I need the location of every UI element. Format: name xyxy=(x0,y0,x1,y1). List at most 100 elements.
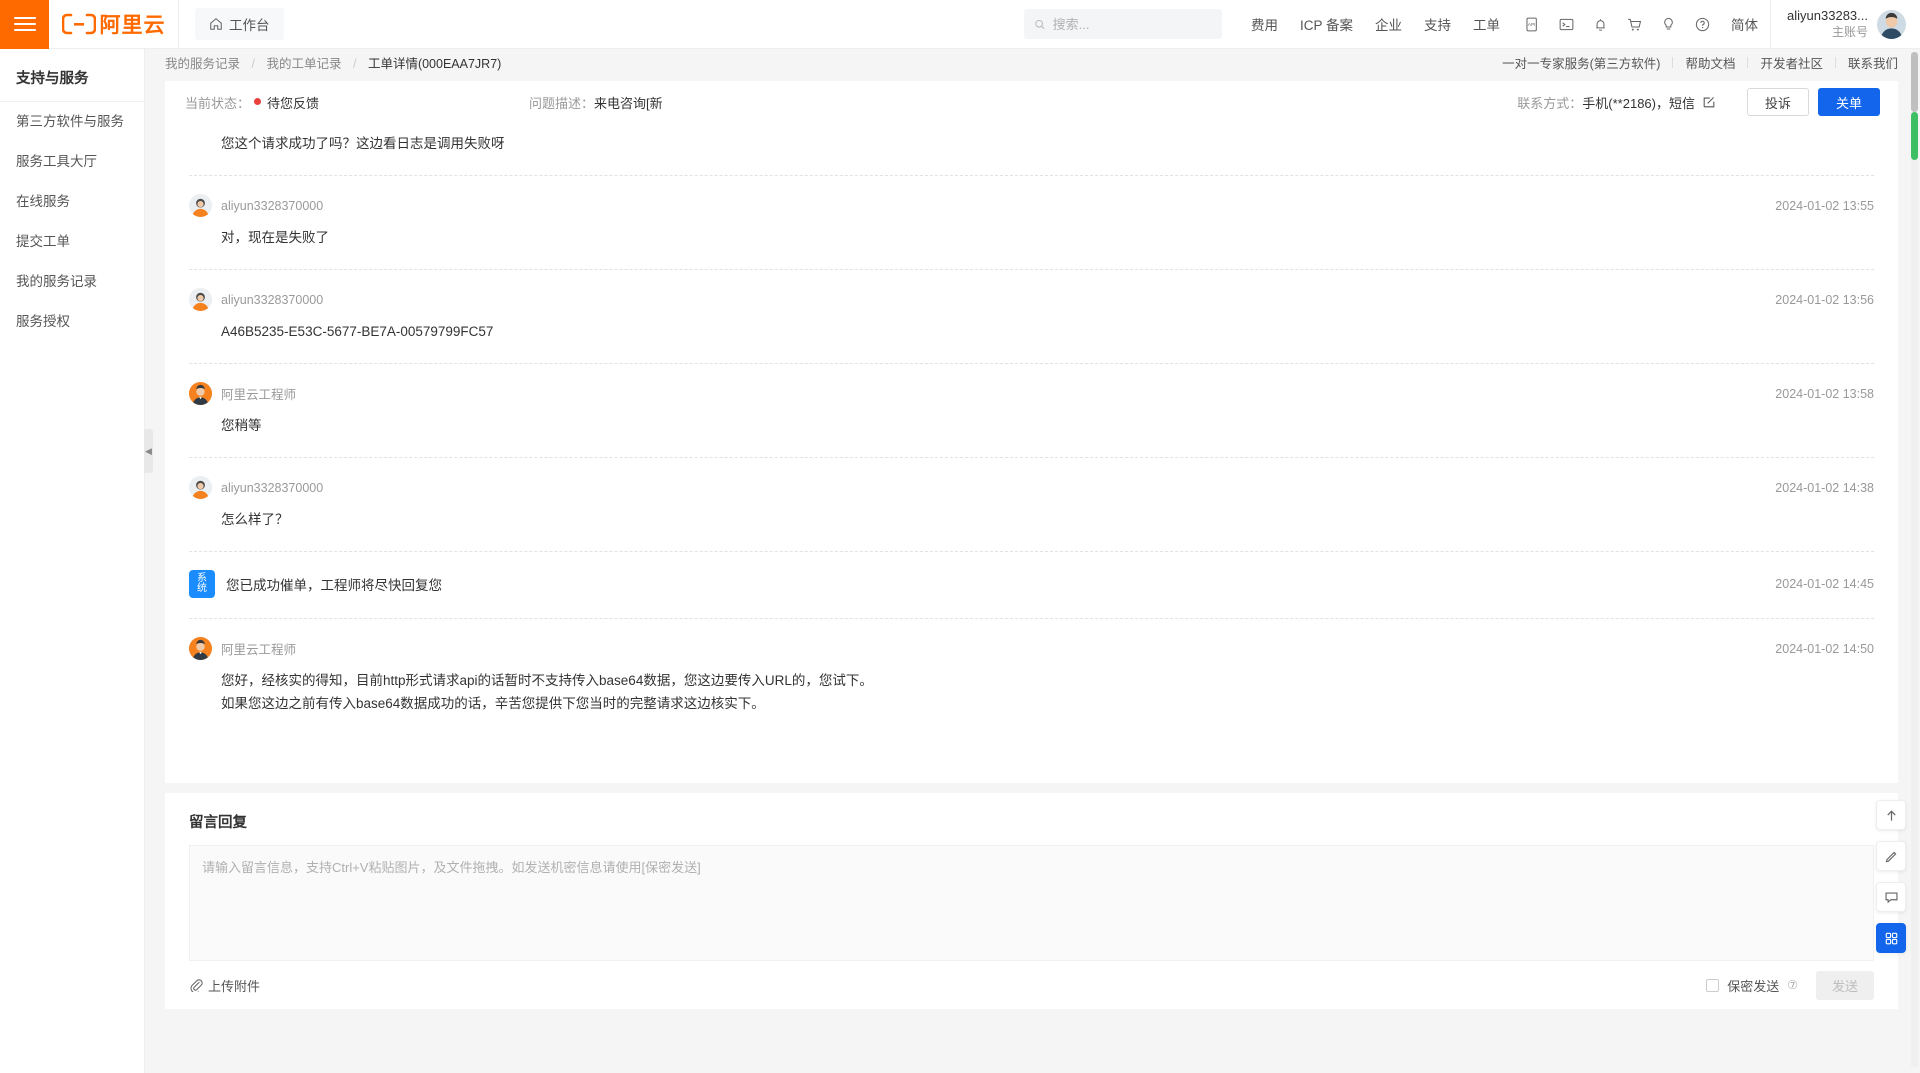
nav-link-support[interactable]: 支持 xyxy=(1413,14,1462,34)
message-header: aliyun3328370000 2024-01-02 13:56 xyxy=(189,288,1874,311)
contact-text: 联系方式：手机(**2186)，短信 xyxy=(1517,93,1695,112)
avatar xyxy=(189,194,212,217)
message-time: 2024-01-02 14:45 xyxy=(1775,577,1874,591)
message-item: 阿里云工程师 2024-01-02 14:50 您好，经核实的得知，目前http… xyxy=(189,619,1874,735)
send-button[interactable]: 发送 xyxy=(1816,970,1874,1000)
user-text-block: aliyun33283... 主账号 xyxy=(1787,8,1868,39)
message-thread: 您这个请求成功了吗？这边看日志是调用失败呀 aliyun3328370000 2… xyxy=(165,123,1898,783)
link-divider xyxy=(1834,57,1836,68)
nav-link-fees[interactable]: 费用 xyxy=(1240,14,1289,34)
message-header: aliyun3328370000 2024-01-02 14:38 xyxy=(189,476,1874,499)
ticket-status-bar: 当前状态： 待您反馈 问题描述：来电咨询[新 联系方式：手机(**2186)，短… xyxy=(165,81,1898,123)
sidebar-item-service-tools[interactable]: 服务工具大厅 xyxy=(0,142,144,182)
avatar-image xyxy=(1877,9,1906,39)
message-item: aliyun3328370000 2024-01-02 13:55 对，现在是失… xyxy=(189,176,1874,270)
reply-panel: 留言回复 请输入留言信息，支持Ctrl+V粘贴图片，及文件拖拽。如发送机密信息请… xyxy=(165,793,1898,1009)
message-time: 2024-01-02 14:38 xyxy=(1775,480,1874,495)
aliyun-logo[interactable]: 阿里云 xyxy=(49,0,179,49)
message-text: 您已成功催单，工程师将尽快回复您 xyxy=(226,578,442,593)
language-switch[interactable]: 简体 xyxy=(1719,14,1770,34)
message-time: 2024-01-02 13:58 xyxy=(1775,386,1874,401)
help-circle-icon[interactable]: ⑦ xyxy=(1787,978,1798,992)
sidebar-item-third-party[interactable]: 第三方软件与服务 xyxy=(0,102,144,142)
breadcrumb-current: 工单详情(000EAA7JR7) xyxy=(367,57,502,71)
upload-attachment-label: 上传附件 xyxy=(208,978,261,994)
search-input[interactable] xyxy=(1052,16,1213,32)
secret-send-checkbox[interactable] xyxy=(1706,978,1720,992)
sidebar-collapse-handle[interactable]: ◀ xyxy=(144,429,153,473)
link-divider xyxy=(1747,57,1749,68)
edit-contact-icon[interactable] xyxy=(1702,95,1716,109)
cart-icon[interactable] xyxy=(1617,0,1651,49)
reply-textarea[interactable]: 请输入留言信息，支持Ctrl+V粘贴图片，及文件拖拽。如发送机密信息请使用[保密… xyxy=(189,845,1874,961)
complain-button[interactable]: 投诉 xyxy=(1747,88,1809,116)
breadcrumb-item-my-tickets[interactable]: 我的工单记录 xyxy=(266,57,341,71)
upload-attachment-button[interactable]: 上传附件 xyxy=(189,976,260,995)
secret-send-label[interactable]: 保密发送 xyxy=(1727,976,1779,995)
breadcrumb-separator: / xyxy=(251,57,255,71)
chat-bubble-icon[interactable] xyxy=(1876,882,1906,912)
user-menu[interactable]: aliyun33283... 主账号 xyxy=(1770,0,1920,49)
lightbulb-icon[interactable] xyxy=(1651,0,1685,49)
back-to-top-icon[interactable] xyxy=(1876,800,1906,830)
status-badge: 待您反馈 xyxy=(267,95,320,111)
console-terminal-icon[interactable] xyxy=(1549,0,1583,49)
home-icon xyxy=(210,18,222,30)
top-icon-group: API xyxy=(1515,0,1719,49)
link-expert-service[interactable]: 一对一专家服务(第三方软件) xyxy=(1502,53,1660,72)
nav-link-tickets[interactable]: 工单 xyxy=(1462,14,1511,34)
message-text: 您这个请求成功了吗？这边看日志是调用失败呀 xyxy=(221,136,505,151)
feedback-edit-icon[interactable] xyxy=(1876,841,1906,871)
search-icon xyxy=(1035,19,1045,29)
message-time: 2024-01-02 13:55 xyxy=(1775,198,1874,213)
sidebar-title: 支持与服务 xyxy=(0,53,144,102)
message-author: aliyun3328370000 xyxy=(221,198,324,213)
contact-label: 联系方式： xyxy=(1517,95,1583,111)
menu-toggle-button[interactable] xyxy=(0,0,49,49)
avatar xyxy=(189,288,212,311)
avatar xyxy=(189,382,212,405)
scrollbar-thumb[interactable] xyxy=(1911,52,1918,112)
problem-desc-value: 来电咨询[新 xyxy=(594,95,663,111)
paperclip-icon xyxy=(190,979,203,992)
link-developer-community[interactable]: 开发者社区 xyxy=(1760,53,1823,72)
header-right-links: 一对一专家服务(第三方软件) 帮助文档 开发者社区 联系我们 xyxy=(1502,53,1898,72)
scrollbar-marker xyxy=(1911,112,1918,160)
status-dot-icon xyxy=(254,98,262,105)
nav-link-icp[interactable]: ICP 备案 xyxy=(1289,14,1364,34)
bell-icon[interactable] xyxy=(1583,0,1617,49)
top-nav-links: 费用 ICP 备案 企业 支持 工单 xyxy=(1240,14,1511,34)
link-help-docs[interactable]: 帮助文档 xyxy=(1685,53,1735,72)
burger-line xyxy=(13,29,36,31)
page-scrollbar[interactable] xyxy=(1911,52,1918,1067)
message-text: 您好，经核实的得知，目前http形式请求api的话暂时不支持传入base64数据… xyxy=(221,673,873,688)
sidebar-item-submit-ticket[interactable]: 提交工单 xyxy=(0,222,144,262)
message-item: aliyun3328370000 2024-01-02 14:38 怎么样了？ xyxy=(189,458,1874,552)
sidebar-item-online-service[interactable]: 在线服务 xyxy=(0,182,144,222)
reply-actions: 保密发送 ⑦ 发送 xyxy=(1706,970,1874,1000)
apps-grid-icon[interactable] xyxy=(1876,923,1906,953)
api-icon[interactable]: API xyxy=(1515,0,1549,49)
workbench-button[interactable]: 工作台 xyxy=(195,8,284,40)
avatar[interactable] xyxy=(1877,9,1906,39)
message-time: 2024-01-02 13:56 xyxy=(1775,292,1874,307)
floating-action-bar xyxy=(1876,800,1906,953)
system-badge: 系统 xyxy=(189,570,215,598)
breadcrumb-item-my-records[interactable]: 我的服务记录 xyxy=(165,57,240,71)
engineer-avatar-icon xyxy=(189,382,212,405)
help-circle-icon[interactable] xyxy=(1685,0,1719,49)
link-contact-us[interactable]: 联系我们 xyxy=(1848,53,1898,72)
global-search[interactable] xyxy=(1024,9,1223,39)
nav-link-enterprise[interactable]: 企业 xyxy=(1364,14,1413,34)
message-text-line2: 如果您这边之前有传入base64数据成功的话，辛苦您提供下您当时的完整请求这边核… xyxy=(221,696,765,711)
message-item: 您这个请求成功了吗？这边看日志是调用失败呀 xyxy=(189,132,1874,176)
message-text: 怎么样了？ xyxy=(221,512,289,527)
sidebar-item-my-records[interactable]: 我的服务记录 xyxy=(0,262,144,302)
user-role: 主账号 xyxy=(1831,24,1868,39)
message-item: 阿里云工程师 2024-01-02 13:58 您稍等 xyxy=(189,364,1874,458)
message-header: 阿里云工程师 2024-01-02 13:58 xyxy=(189,382,1874,405)
message-header: 阿里云工程师 2024-01-02 14:50 xyxy=(189,637,1874,660)
user-name: aliyun33283... xyxy=(1787,8,1868,24)
sidebar-item-service-auth[interactable]: 服务授权 xyxy=(0,302,144,342)
close-ticket-button[interactable]: 关单 xyxy=(1818,88,1880,116)
